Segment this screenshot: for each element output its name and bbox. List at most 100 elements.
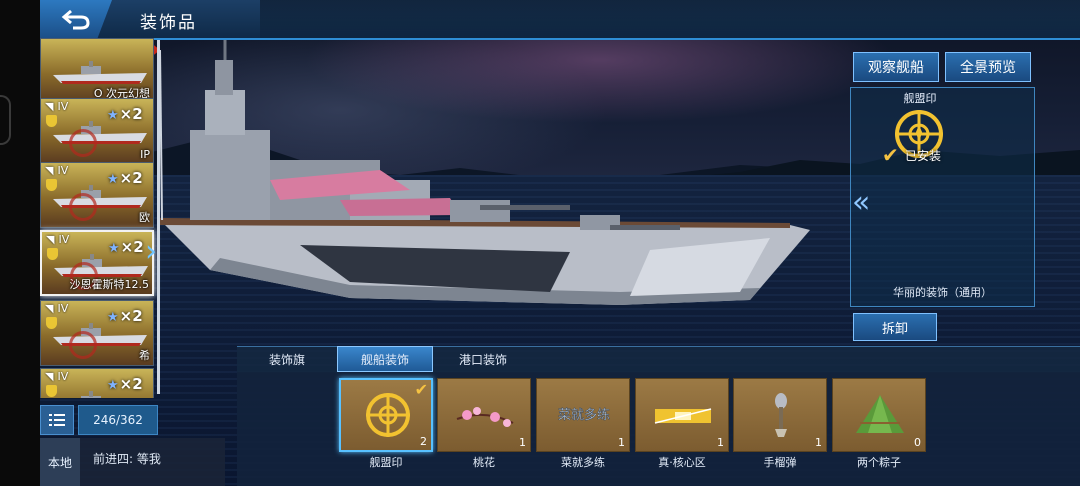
item-count: 1 <box>717 436 724 449</box>
faction-emblem-icon <box>69 331 97 359</box>
shield-icon <box>46 317 57 329</box>
faction-emblem-icon <box>69 129 97 157</box>
star-icon: ★ <box>107 310 119 325</box>
bezel-notch <box>0 95 11 145</box>
ship-list[interactable]: O 次元幻想 ◥ IV ★×2 IP ◥ IV ★×2 欧 ◥ IV ★×2 沙恩霍斯特12.5 ◥ IV ★… <box>40 38 162 398</box>
ship-tier: ◥ IV <box>45 100 68 113</box>
tab-ship-decoration[interactable]: 舰船装饰 <box>337 346 433 372</box>
decoration-item[interactable]: 菜就多练 1 <box>536 378 630 452</box>
observe-ship-button[interactable]: 观察舰船 <box>853 52 939 82</box>
ship-list-scrollbar[interactable] <box>157 40 160 394</box>
item-count: 1 <box>519 436 526 449</box>
fleet-seal-icon <box>366 393 410 437</box>
multiplier-badge: ★×2 <box>107 105 143 123</box>
star-icon: ★ <box>107 378 119 393</box>
tab-decoration-flag[interactable]: 装饰旗 <box>239 346 335 372</box>
item-count: 0 <box>914 436 921 449</box>
ship-list-item[interactable]: O 次元幻想 <box>40 38 154 104</box>
ship-type-icon: ◥ <box>46 233 55 246</box>
multiplier-value: ×2 <box>119 307 143 325</box>
panorama-preview-button[interactable]: 全景预览 <box>945 52 1031 82</box>
top-bar-shade <box>260 0 1080 38</box>
tier-label: IV <box>57 302 69 315</box>
multiplier-value: ×2 <box>119 169 143 187</box>
ship-thumbnail <box>53 185 147 208</box>
ship-type-icon: ◥ <box>45 370 54 383</box>
peach-blossom-icon <box>456 407 514 427</box>
decoration-item-label: 舰盟印 <box>369 456 403 469</box>
zongzi-icon <box>856 395 904 433</box>
ship-thumbnail <box>53 323 147 346</box>
ship-tier: ◥ IV <box>45 302 68 315</box>
ship-list-item[interactable]: ◥ IV ★×2 欧 <box>40 162 154 228</box>
decoration-item[interactable]: 1 <box>635 378 729 452</box>
shield-icon <box>47 248 58 260</box>
decoration-item[interactable]: 0 <box>832 378 926 452</box>
multiplier-badge: ★×2 <box>107 169 143 187</box>
ship-list-item[interactable]: ◥ IV ★×2 <box>40 368 154 398</box>
star-icon: ★ <box>107 108 119 123</box>
ship-tier: ◥ IV <box>45 370 68 383</box>
back-arrow-icon <box>61 9 90 30</box>
item-count: 1 <box>815 436 822 449</box>
ship-list-item[interactable]: ◥ IV ★×2 沙恩霍斯特12.5 <box>40 230 154 296</box>
faction-emblem-icon <box>69 193 97 221</box>
page-title: 装饰品 <box>140 13 197 33</box>
ship-count-badge: 246/362 <box>78 405 158 435</box>
multiplier-value: ×2 <box>119 375 143 393</box>
item-count: 2 <box>420 435 427 448</box>
tier-label: IV <box>57 100 69 113</box>
decoration-item[interactable]: 1 <box>437 378 531 452</box>
decoration-item-label: 手榴弹 <box>763 456 797 469</box>
decoration-item[interactable]: 1 <box>733 378 827 452</box>
ship-name: 沙恩霍斯特12.5 <box>69 278 150 291</box>
ship-thumbnail <box>53 121 147 144</box>
chat-channel-button[interactable]: 本地 <box>40 438 80 486</box>
core-zone-icon <box>654 408 712 424</box>
ship-name: 欧 <box>139 211 150 224</box>
tier-label: IV <box>57 370 69 383</box>
ship-name: 希 <box>139 349 150 362</box>
installed-check-icon: ✔ <box>882 143 899 167</box>
shield-icon <box>46 385 57 397</box>
ship-tier: ◥ IV <box>45 164 68 177</box>
battleship-model <box>150 30 810 305</box>
ship-thumbnail <box>53 61 147 84</box>
shield-icon <box>46 179 57 191</box>
practice-icon-text: 菜就多练 <box>558 407 610 423</box>
decoration-item[interactable]: ✔ 2 <box>339 378 433 452</box>
collapse-panel-icon[interactable]: « <box>852 185 870 220</box>
expand-arrow-icon[interactable]: › <box>145 234 157 269</box>
ship-name: IP <box>140 148 150 161</box>
decoration-item-label: 真·核心区 <box>658 456 706 469</box>
installed-status: 已安装 <box>905 149 942 163</box>
multiplier-badge: ★×2 <box>107 375 143 393</box>
star-icon: ★ <box>107 172 119 187</box>
decoration-item-label: 菜就多练 <box>561 456 605 469</box>
multiplier-value: ×2 <box>120 238 144 256</box>
grenade-icon <box>775 393 787 437</box>
tier-label: IV <box>57 164 69 177</box>
installed-check-icon: ✔ <box>414 380 428 399</box>
multiplier-badge: ★×2 <box>107 307 143 325</box>
decoration-description: 华丽的装饰（通用） <box>893 286 992 299</box>
multiplier-value: ×2 <box>119 105 143 123</box>
ship-type-icon: ◥ <box>45 100 54 113</box>
list-view-button[interactable] <box>40 405 74 435</box>
ship-list-item[interactable]: ◥ IV ★×2 IP <box>40 98 154 164</box>
decoration-item-label: 桃花 <box>473 456 495 469</box>
decoration-item-label: 两个粽子 <box>857 456 901 469</box>
multiplier-badge: ★×2 <box>108 238 144 256</box>
star-icon: ★ <box>108 241 120 256</box>
unequip-button[interactable]: 拆卸 <box>853 313 937 341</box>
ship-type-icon: ◥ <box>45 164 54 177</box>
screen-bezel <box>0 0 40 486</box>
tier-label: IV <box>58 233 70 246</box>
list-icon <box>49 414 65 426</box>
decoration-name: 舰盟印 <box>903 92 937 105</box>
practice-text-icon: 菜就多练 <box>558 407 611 424</box>
tab-port-decoration[interactable]: 港口装饰 <box>435 346 531 372</box>
chat-message[interactable]: 前进四: 等我 <box>93 450 161 467</box>
item-count: 1 <box>618 436 625 449</box>
ship-list-item[interactable]: ◥ IV ★×2 希 <box>40 300 154 366</box>
